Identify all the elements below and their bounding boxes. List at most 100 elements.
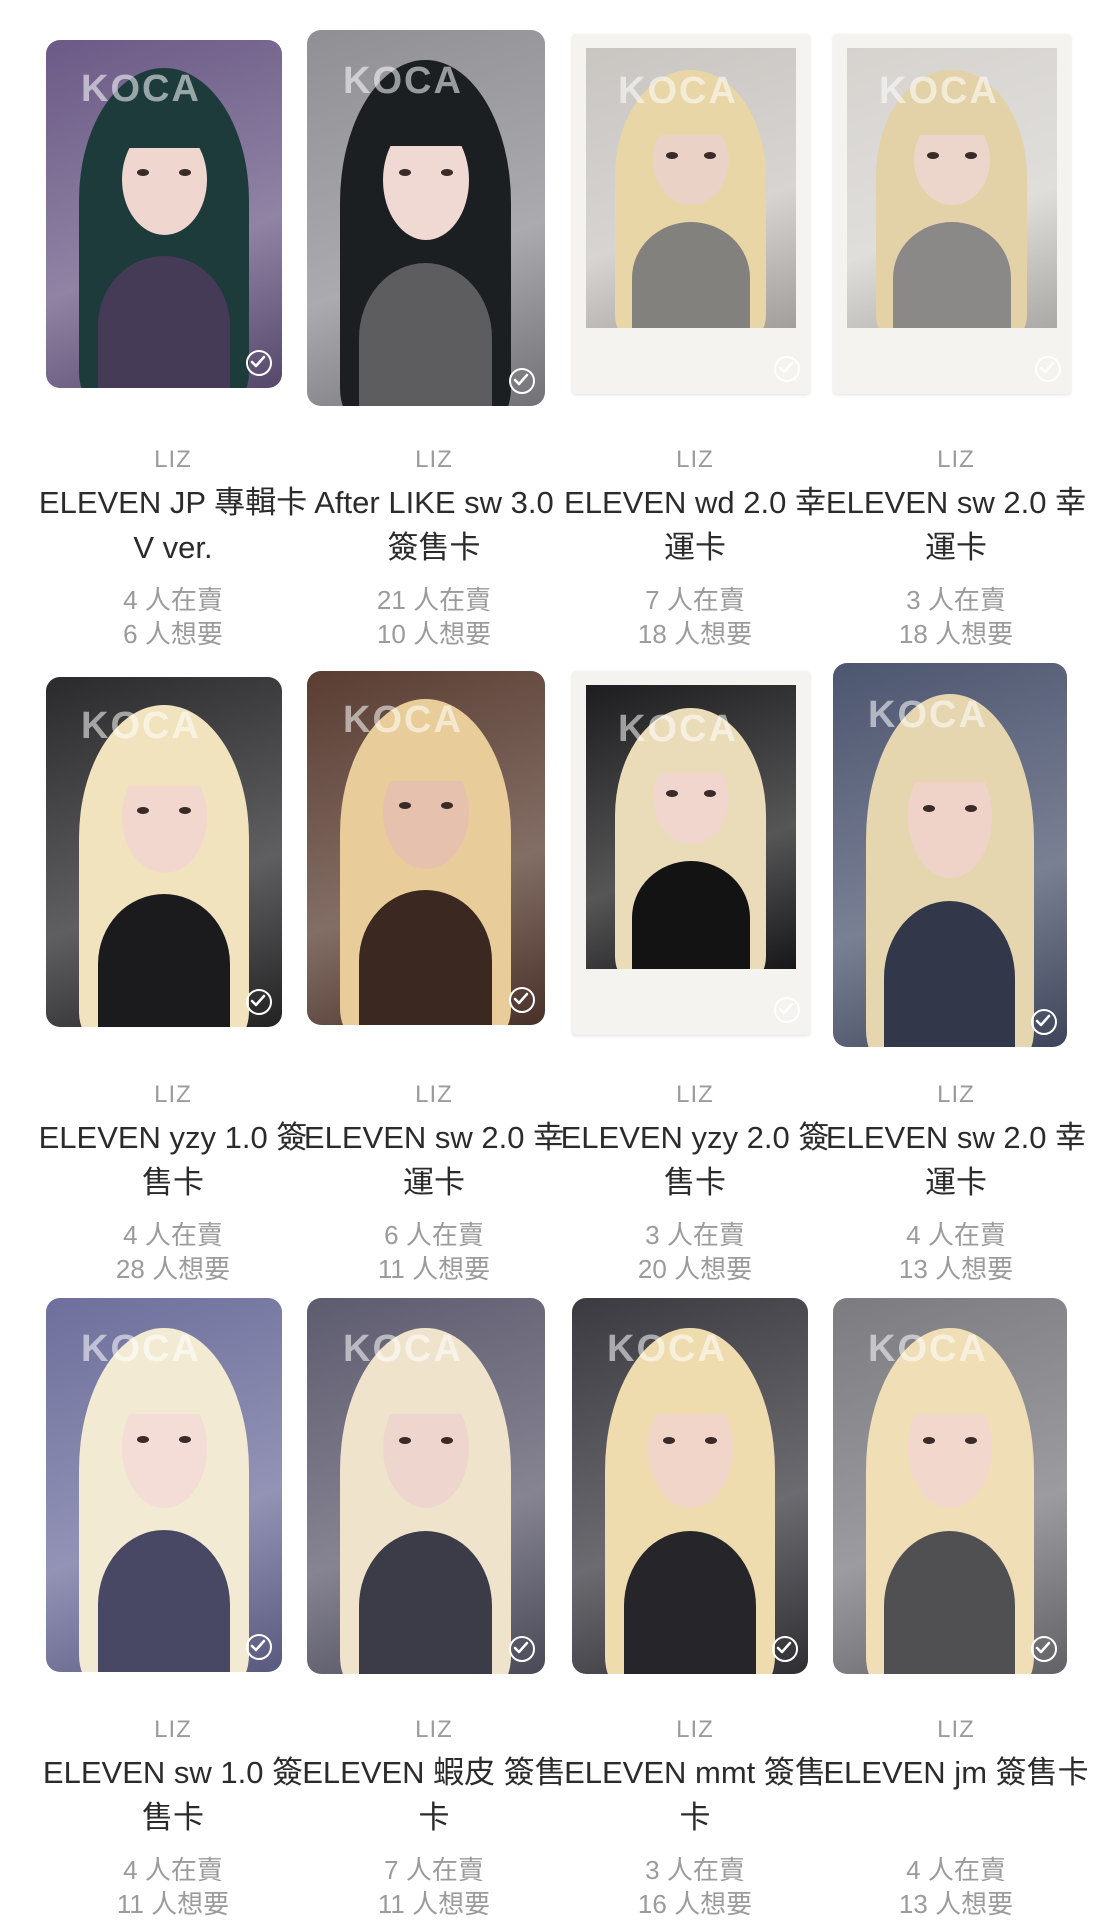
outfit-shape: [632, 861, 750, 969]
check-circle-icon[interactable]: [772, 1636, 798, 1662]
photocard-image-area[interactable]: KOCA: [825, 1298, 1087, 1678]
right-eye: [179, 1436, 191, 1443]
card-title[interactable]: After LIKE sw 3.0 簽售卡: [295, 480, 573, 570]
check-circle-icon[interactable]: [774, 356, 800, 382]
photocard-image-area[interactable]: KOCA: [564, 28, 826, 408]
outfit-shape: [632, 222, 750, 328]
check-circle-icon[interactable]: [246, 1634, 272, 1660]
left-eye: [399, 1437, 411, 1444]
sellers-count: 7 人在賣: [384, 1855, 484, 1885]
photocard-image-area[interactable]: KOCA: [42, 28, 304, 408]
koca-watermark: KOCA: [343, 1328, 463, 1370]
right-eye: [179, 169, 191, 176]
photocard-item[interactable]: KOCA LIZ ELEVEN wd 2.0 幸運卡 7 人在賣 18 人想要: [564, 28, 826, 649]
right-eye: [441, 169, 453, 176]
photocard-item[interactable]: KOCA LIZ ELEVEN JP 專輯卡 V ver. 4 人在賣 6 人想要: [39, 28, 307, 649]
photocard-image[interactable]: KOCA: [307, 671, 545, 1025]
photocard-image-area[interactable]: KOCA: [42, 1298, 304, 1678]
photocard-image-area[interactable]: KOCA: [303, 1298, 565, 1678]
photocard-item[interactable]: KOCA LIZ ELEVEN yzy 1.0 簽售卡 4 人在賣 28 人想要: [39, 663, 307, 1284]
outfit-shape: [359, 1531, 492, 1674]
photocard-image[interactable]: KOCA: [46, 40, 282, 388]
sellers-count: 4 人在賣: [906, 1855, 1006, 1885]
photocard-item[interactable]: KOCA LIZ ELEVEN yzy 2.0 簽售卡 3 人在賣 20 人想要: [561, 663, 829, 1284]
photocard-image[interactable]: KOCA: [833, 663, 1067, 1047]
card-title[interactable]: ELEVEN JP 專輯卡 V ver.: [34, 480, 312, 570]
photocard-image[interactable]: KOCA: [307, 1298, 545, 1674]
photocard-image[interactable]: KOCA: [307, 30, 545, 406]
card-title[interactable]: ELEVEN jm 簽售卡: [817, 1750, 1095, 1795]
member-name: LIZ: [415, 1081, 453, 1108]
sellers-count: 4 人在賣: [906, 1220, 1006, 1250]
check-circle-icon[interactable]: [509, 368, 535, 394]
left-eye: [137, 1436, 149, 1443]
bangs-shape: [117, 110, 211, 148]
photocard-image-area[interactable]: KOCA: [42, 663, 304, 1043]
photocard-item[interactable]: KOCA LIZ ELEVEN sw 2.0 幸運卡 4 人在賣 13 人想要: [825, 663, 1087, 1284]
outfit-shape: [359, 263, 492, 406]
wanted-count: 20 人想要: [637, 1254, 753, 1284]
card-title[interactable]: ELEVEN mmt 簽售卡: [556, 1750, 834, 1840]
wanted-count: 16 人想要: [637, 1889, 753, 1919]
photocard-item[interactable]: KOCA LIZ ELEVEN sw 2.0 幸運卡 6 人在賣 11 人想要: [303, 663, 565, 1284]
photocard-image[interactable]: KOCA: [46, 677, 282, 1027]
check-circle-icon[interactable]: [774, 997, 800, 1023]
member-name: LIZ: [154, 1716, 192, 1743]
right-eye: [965, 805, 977, 812]
sellers-count: 6 人在賣: [384, 1220, 484, 1250]
photocard-item[interactable]: KOCA LIZ After LIKE sw 3.0 簽售卡 21 人在賣 10 人想要: [303, 28, 565, 649]
koca-watermark: KOCA: [618, 708, 738, 750]
check-circle-icon[interactable]: [509, 1636, 535, 1662]
photocard-item[interactable]: KOCA LIZ ELEVEN sw 2.0 幸運卡 3 人在賣 18 人想要: [825, 28, 1087, 649]
bangs-shape: [378, 105, 473, 146]
photocard-image-area[interactable]: KOCA: [303, 28, 565, 408]
right-eye: [441, 1437, 453, 1444]
photocard-image-area[interactable]: KOCA: [303, 663, 565, 1043]
right-eye: [705, 1437, 717, 1444]
outfit-shape: [624, 1531, 756, 1674]
photocard-image[interactable]: KOCA: [572, 1298, 808, 1674]
photocard-image-area[interactable]: KOCA: [564, 663, 826, 1043]
photocard-image[interactable]: KOCA: [833, 1298, 1067, 1674]
photocard-image[interactable]: KOCA: [572, 671, 810, 1035]
photocard-image-area[interactable]: KOCA: [564, 1298, 826, 1678]
check-circle-icon[interactable]: [1031, 1009, 1057, 1035]
card-title[interactable]: ELEVEN yzy 1.0 簽售卡: [34, 1115, 312, 1205]
photo-scene: KOCA: [307, 1298, 545, 1674]
sellers-count: 3 人在賣: [645, 1220, 745, 1250]
photocard-image-area[interactable]: KOCA: [825, 663, 1087, 1047]
wanted-count: 13 人想要: [898, 1889, 1014, 1919]
card-title[interactable]: ELEVEN sw 2.0 幸運卡: [295, 1115, 573, 1205]
card-title[interactable]: ELEVEN sw 2.0 幸運卡: [817, 480, 1095, 570]
wanted-count: 6 人想要: [123, 619, 223, 649]
bangs-shape: [903, 740, 997, 782]
check-circle-icon[interactable]: [1031, 1636, 1057, 1662]
card-title[interactable]: ELEVEN yzy 2.0 簽售卡: [556, 1115, 834, 1205]
member-name: LIZ: [415, 1716, 453, 1743]
check-circle-icon[interactable]: [246, 989, 272, 1015]
photocard-image-area[interactable]: KOCA: [825, 28, 1087, 408]
photocard-image[interactable]: KOCA: [833, 34, 1071, 394]
right-eye: [704, 790, 716, 797]
photocard-item[interactable]: KOCA LIZ ELEVEN jm 簽售卡 4 人在賣 13 人想要: [823, 1298, 1089, 1919]
bangs-shape: [117, 747, 211, 786]
outfit-shape: [884, 1531, 1015, 1674]
bangs-shape: [643, 1373, 737, 1414]
check-circle-icon[interactable]: [246, 350, 272, 376]
photocard-item[interactable]: KOCA LIZ ELEVEN mmt 簽售卡 3 人在賣 16 人想要: [564, 1298, 826, 1919]
koca-watermark: KOCA: [81, 705, 201, 747]
right-eye: [179, 807, 191, 814]
photocard-item[interactable]: KOCA LIZ ELEVEN 蝦皮 簽售卡 7 人在賣 11 人想要: [302, 1298, 566, 1919]
photo-scene: KOCA: [46, 40, 282, 388]
card-title[interactable]: ELEVEN wd 2.0 幸運卡: [556, 480, 834, 570]
photocard-image[interactable]: KOCA: [572, 34, 810, 394]
photocard-image[interactable]: KOCA: [46, 1298, 282, 1672]
outfit-shape: [359, 890, 492, 1025]
card-title[interactable]: ELEVEN sw 1.0 簽售卡: [34, 1750, 312, 1840]
photocard-item[interactable]: KOCA LIZ ELEVEN sw 1.0 簽售卡 4 人在賣 11 人想要: [42, 1298, 304, 1919]
check-circle-icon[interactable]: [1035, 356, 1061, 382]
card-title[interactable]: ELEVEN sw 2.0 幸運卡: [817, 1115, 1095, 1205]
koca-watermark: KOCA: [607, 1328, 727, 1370]
check-circle-icon[interactable]: [509, 987, 535, 1013]
card-title[interactable]: ELEVEN 蝦皮 簽售卡: [295, 1750, 573, 1840]
